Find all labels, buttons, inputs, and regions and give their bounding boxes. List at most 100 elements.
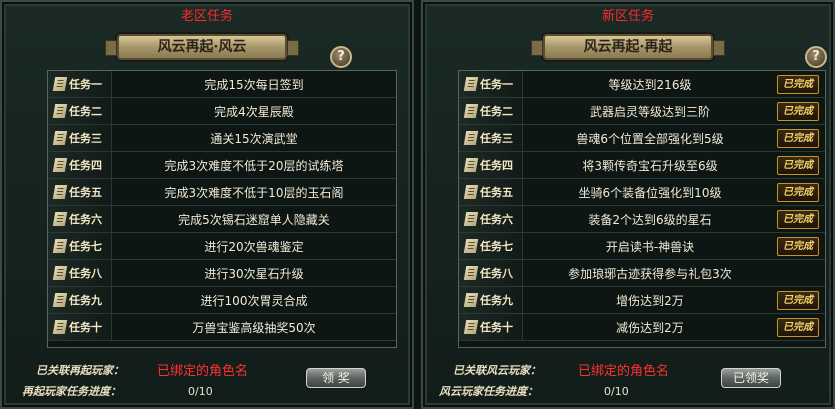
task-row: 任务八 进行30次星石升级 <box>48 260 396 287</box>
scroll-icon <box>463 266 479 280</box>
task-desc: 进行30次星石升级 <box>204 266 304 281</box>
task-tag: 任务七 <box>69 240 102 253</box>
task-row: 任务三 兽魂6个位置全部强化到5级 已完成 <box>459 125 825 152</box>
task-tag: 任务六 <box>480 213 513 226</box>
completed-badge: 已完成 <box>777 182 819 202</box>
scroll-icon <box>52 293 68 307</box>
scroll-icon <box>463 104 479 118</box>
task-tag: 任务十 <box>69 321 102 334</box>
claimed-button[interactable]: 已领奖 <box>721 368 781 388</box>
task-row: 任务五 坐骑6个装备位强化到10级 已完成 <box>459 179 825 206</box>
task-tag: 任务八 <box>69 267 102 280</box>
task-tag: 任务九 <box>69 294 102 307</box>
scroll-icon <box>463 131 479 145</box>
task-desc: 进行100次胃灵合成 <box>200 293 308 308</box>
task-desc: 坐骑6个装备位强化到10级 <box>578 185 722 200</box>
scroll-icon <box>463 77 479 91</box>
task-desc: 开启读书-神兽诀 <box>605 239 695 254</box>
task-tag: 任务五 <box>69 186 102 199</box>
task-row: 任务六 完成5次锡石迷窟单人隐藏关 <box>48 206 396 233</box>
new-server-title: 新区任务 <box>601 9 654 24</box>
scroll-icon <box>463 293 479 307</box>
task-desc: 进行20次兽魂鉴定 <box>204 239 304 254</box>
task-tag: 任务三 <box>480 132 513 145</box>
completed-badge: 已完成 <box>777 128 819 148</box>
scroll-icon <box>463 212 479 226</box>
task-row: 任务一 完成15次每日签到 <box>48 71 396 98</box>
task-desc: 通关15次演武堂 <box>210 131 298 146</box>
task-desc: 将3颗传奇宝石升级至6级 <box>582 158 718 173</box>
task-tag: 任务六 <box>69 213 102 226</box>
scroll-icon <box>52 77 68 91</box>
task-desc: 完成3次难度不低于20层的试练塔 <box>164 158 344 173</box>
task-row: 任务六 装备2个达到6级的星石 已完成 <box>459 206 825 233</box>
task-tag: 任务四 <box>480 159 513 172</box>
new-server-panel: 新区任务 风云再起·再起 ? 任务一 等级达到216级 已完成 任务二 武器启灵… <box>421 0 835 409</box>
task-row: 任务九 增伤达到2万 已完成 <box>459 287 825 314</box>
help-icon[interactable]: ? <box>805 46 827 68</box>
task-tag: 任务一 <box>480 78 513 91</box>
task-tag: 任务一 <box>69 78 102 91</box>
task-desc: 完成4次星辰殿 <box>214 104 294 119</box>
task-list: 任务一 等级达到216级 已完成 任务二 武器启灵等级达到三阶 已完成 任务三 … <box>458 70 826 348</box>
progress-label: 再起玩家任务进度： <box>22 385 121 398</box>
event-banner: 风云再起·再起 <box>531 34 725 60</box>
task-row: 任务七 进行20次兽魂鉴定 <box>48 233 396 260</box>
completed-badge: 已完成 <box>777 317 819 337</box>
old-server-title: 老区任务 <box>180 9 233 24</box>
linked-player-name: 已绑定的角色名 <box>157 364 249 379</box>
scroll-icon <box>52 212 68 226</box>
scroll-icon <box>52 104 68 118</box>
task-desc: 增伤达到2万 <box>616 293 684 308</box>
task-tag: 任务三 <box>69 132 102 145</box>
task-desc: 万兽宝鉴高级抽奖50次 <box>192 320 316 335</box>
event-banner: 风云再起·风云 <box>105 34 299 60</box>
scroll-icon <box>463 320 479 334</box>
task-row: 任务十 减伤达到2万 已完成 <box>459 314 825 341</box>
task-row: 任务一 等级达到216级 已完成 <box>459 71 825 98</box>
task-row: 任务七 开启读书-神兽诀 已完成 <box>459 233 825 260</box>
scroll-icon <box>52 131 68 145</box>
scroll-icon <box>52 239 68 253</box>
task-list: 任务一 完成15次每日签到 任务二 完成4次星辰殿 任务三 通关15次演武堂 任… <box>47 70 397 348</box>
task-desc: 完成3次难度不低于10层的玉石阁 <box>164 185 344 200</box>
task-desc: 参加琅琊古迹获得参与礼包3次 <box>568 266 732 281</box>
completed-badge: 已完成 <box>777 155 819 175</box>
task-row: 任务八 参加琅琊古迹获得参与礼包3次 <box>459 260 825 287</box>
task-desc: 完成5次锡石迷窟单人隐藏关 <box>178 212 330 227</box>
completed-badge: 已完成 <box>777 290 819 310</box>
old-server-panel: 老区任务 风云再起·风云 ? 任务一 完成15次每日签到 任务二 完成4次星辰殿… <box>0 0 414 409</box>
completed-badge: 已完成 <box>777 236 819 256</box>
task-desc: 完成15次每日签到 <box>204 77 304 92</box>
scroll-icon <box>52 320 68 334</box>
task-tag: 任务四 <box>69 159 102 172</box>
completed-badge: 已完成 <box>777 74 819 94</box>
scroll-icon <box>463 239 479 253</box>
scroll-icon <box>52 158 68 172</box>
task-tag: 任务五 <box>480 186 513 199</box>
claim-reward-button[interactable]: 领 奖 <box>306 368 366 388</box>
task-desc: 减伤达到2万 <box>616 320 684 335</box>
progress-label: 风云玩家任务进度： <box>439 385 538 398</box>
task-row: 任务二 完成4次星辰殿 <box>48 98 396 125</box>
progress-value: 0/10 <box>188 385 213 398</box>
task-row: 任务四 完成3次难度不低于20层的试练塔 <box>48 152 396 179</box>
task-row: 任务十 万兽宝鉴高级抽奖50次 <box>48 314 396 341</box>
scroll-icon <box>52 266 68 280</box>
task-desc: 武器启灵等级达到三阶 <box>589 104 710 119</box>
task-tag: 任务八 <box>480 267 513 280</box>
task-row: 任务五 完成3次难度不低于10层的玉石阁 <box>48 179 396 206</box>
linked-player-label: 已关联再起玩家： <box>36 364 124 377</box>
task-tag: 任务二 <box>480 105 513 118</box>
linked-player-name: 已绑定的角色名 <box>578 364 670 379</box>
task-desc: 兽魂6个位置全部强化到5级 <box>576 131 724 146</box>
progress-value: 0/10 <box>604 385 629 398</box>
event-root: 老区任务 风云再起·风云 ? 任务一 完成15次每日签到 任务二 完成4次星辰殿… <box>0 0 835 409</box>
task-tag: 任务七 <box>480 240 513 253</box>
completed-badge: 已完成 <box>777 101 819 121</box>
help-icon[interactable]: ? <box>330 46 352 68</box>
task-row: 任务二 武器启灵等级达到三阶 已完成 <box>459 98 825 125</box>
scroll-icon <box>463 185 479 199</box>
task-tag: 任务九 <box>480 294 513 307</box>
task-tag: 任务二 <box>69 105 102 118</box>
